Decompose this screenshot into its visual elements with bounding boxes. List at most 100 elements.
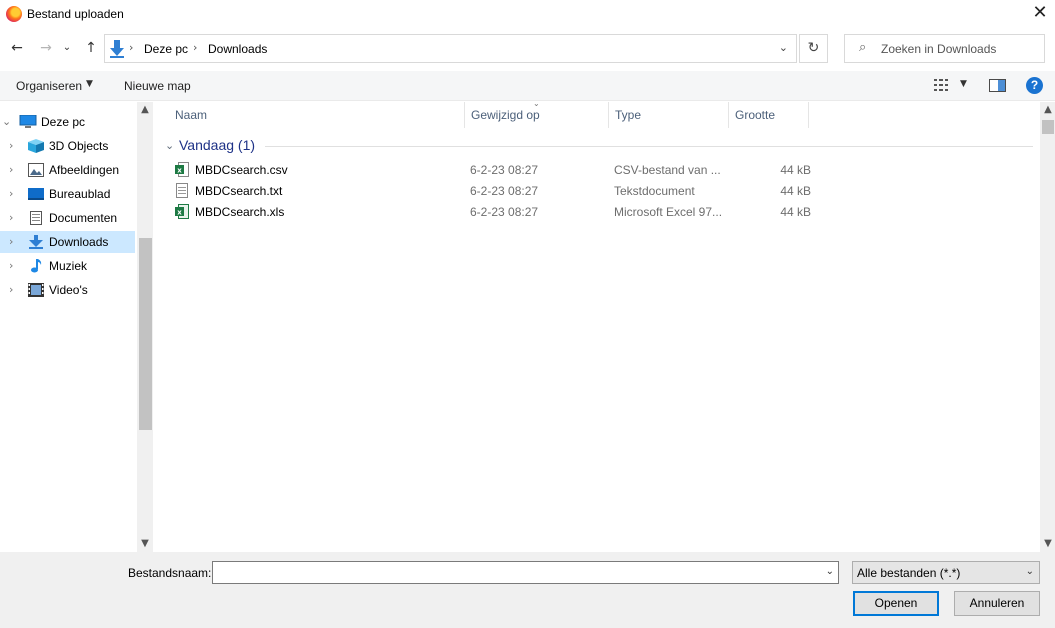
file-name: MBDCsearch.txt: [195, 184, 283, 198]
file-date: 6-2-23 08:27: [470, 205, 539, 219]
sidebar-item-afbeeldingen[interactable]: › Afbeeldingen: [0, 159, 135, 181]
pictures-icon: [28, 163, 44, 177]
file-row[interactable]: MBDCsearch.txt 6-2-23 08:27 Tekstdocumen…: [171, 180, 811, 201]
address-bar[interactable]: › Deze pc › Downloads ⌄: [104, 34, 797, 63]
breadcrumb-deze-pc[interactable]: Deze pc: [144, 42, 188, 56]
computer-icon: [19, 115, 37, 128]
view-options-icon[interactable]: [934, 79, 952, 91]
file-type-filter[interactable]: Alle bestanden (*.*) ⌄: [852, 561, 1040, 584]
help-icon[interactable]: ?: [1026, 77, 1043, 94]
documents-icon: [30, 211, 42, 225]
chevron-right-icon[interactable]: ›: [9, 259, 13, 272]
chevron-right-icon[interactable]: ›: [9, 283, 13, 296]
scrollbar-thumb[interactable]: [1042, 120, 1054, 134]
back-button[interactable]: ←: [7, 38, 27, 58]
file-name: MBDCsearch.csv: [195, 163, 288, 177]
file-type: Microsoft Excel 97...: [614, 205, 723, 219]
dialog-footer: Bestandsnaam: ⌄ Alle bestanden (*.*) ⌄ O…: [0, 552, 1055, 628]
download-icon: [29, 235, 43, 249]
file-type: CSV-bestand van ...: [614, 163, 721, 177]
file-size: 44 kB: [780, 163, 811, 177]
column-header-name[interactable]: Naam: [175, 108, 207, 122]
breadcrumb-separator: ›: [129, 41, 134, 54]
sidebar-item-label: Downloads: [49, 235, 109, 249]
svg-text:x: x: [177, 167, 182, 175]
chevron-down-icon: ▼: [86, 79, 93, 89]
column-divider[interactable]: [728, 102, 729, 128]
cube-icon: [28, 139, 44, 153]
sidebar-item-label: Deze pc: [41, 115, 86, 129]
excel-file-icon: x: [175, 204, 189, 219]
search-icon: ⌕: [859, 40, 867, 55]
refresh-button[interactable]: ↻: [799, 34, 828, 63]
new-folder-button[interactable]: Nieuwe map: [124, 79, 191, 93]
scrollbar-thumb[interactable]: [139, 238, 152, 430]
sidebar-item-3d-objects[interactable]: › 3D Objects: [0, 135, 135, 157]
file-row[interactable]: x MBDCsearch.csv 6-2-23 08:27 CSV-bestan…: [171, 159, 811, 180]
chevron-right-icon[interactable]: ›: [9, 211, 13, 224]
sidebar-item-documenten[interactable]: › Documenten: [0, 207, 135, 229]
text-file-icon: [176, 183, 188, 198]
file-list-scrollbar[interactable]: [1040, 102, 1055, 552]
scroll-down-arrow[interactable]: ▼: [137, 538, 153, 549]
sidebar-item-bureaublad[interactable]: › Bureaublad: [0, 183, 135, 205]
file-size: 44 kB: [780, 205, 811, 219]
address-dropdown-button[interactable]: ⌄: [779, 41, 788, 54]
sort-indicator-icon: ⌄: [533, 99, 540, 108]
breadcrumb-separator: ›: [193, 41, 198, 54]
sidebar-item-muziek[interactable]: › Muziek: [0, 255, 135, 277]
scroll-up-arrow[interactable]: ▲: [137, 104, 153, 115]
file-size: 44 kB: [780, 184, 811, 198]
chevron-down-icon: ⌄: [1025, 566, 1034, 577]
title-bar: Bestand uploaden ✕: [0, 0, 1055, 30]
scroll-up-arrow[interactable]: ▲: [1040, 104, 1055, 115]
organize-button[interactable]: Organiseren: [16, 79, 82, 93]
filename-input[interactable]: [216, 564, 816, 581]
sidebar-item-deze-pc[interactable]: ⌄ Deze pc: [0, 111, 135, 133]
chevron-right-icon[interactable]: ›: [9, 235, 13, 248]
search-box[interactable]: ⌕: [844, 34, 1045, 63]
group-divider: [265, 146, 1033, 147]
video-icon: [28, 283, 44, 297]
sidebar-item-label: Documenten: [49, 211, 118, 225]
file-date: 6-2-23 08:27: [470, 163, 539, 177]
column-divider[interactable]: [808, 102, 809, 128]
column-header-size[interactable]: Grootte: [735, 108, 775, 122]
download-icon: [110, 40, 124, 58]
file-type: Tekstdocument: [614, 184, 695, 198]
close-button[interactable]: ✕: [1030, 3, 1050, 23]
group-header[interactable]: Vandaag (1): [179, 137, 255, 153]
recent-locations-button[interactable]: ⌄: [60, 38, 74, 58]
sidebar-item-label: Video's: [49, 283, 88, 297]
sidebar-item-videos[interactable]: › Video's: [0, 279, 135, 301]
command-toolbar: Organiseren ▼ Nieuwe map ▼: [0, 71, 1055, 101]
file-type-filter-value: Alle bestanden (*.*): [857, 566, 961, 580]
sidebar-item-label: Afbeeldingen: [49, 163, 120, 177]
column-divider[interactable]: [608, 102, 609, 128]
file-row[interactable]: x MBDCsearch.xls 6-2-23 08:27 Microsoft …: [171, 201, 811, 222]
search-input[interactable]: [881, 39, 1041, 59]
preview-pane-icon[interactable]: [989, 79, 1006, 92]
sidebar-item-downloads[interactable]: › Downloads: [0, 231, 135, 253]
cancel-button[interactable]: Annuleren: [954, 591, 1040, 616]
column-divider[interactable]: [464, 102, 465, 128]
forward-button[interactable]: →: [36, 38, 56, 58]
chevron-down-icon[interactable]: ⌄: [165, 139, 174, 152]
breadcrumb-downloads[interactable]: Downloads: [208, 42, 267, 56]
sidebar-item-label: 3D Objects: [49, 139, 109, 153]
scroll-down-arrow[interactable]: ▼: [1040, 538, 1055, 549]
column-header-date[interactable]: Gewijzigd op: [471, 108, 540, 122]
chevron-right-icon[interactable]: ›: [9, 163, 13, 176]
music-icon: [31, 259, 42, 273]
navigation-pane: ⌄ Deze pc › 3D Objects › Afbeeldingen › …: [0, 102, 153, 552]
open-button[interactable]: Openen: [853, 591, 939, 616]
up-button[interactable]: ↑: [81, 38, 101, 58]
chevron-right-icon[interactable]: ›: [9, 187, 13, 200]
filename-combobox[interactable]: ⌄: [212, 561, 839, 584]
file-date: 6-2-23 08:27: [470, 184, 539, 198]
column-header-type[interactable]: Type: [615, 108, 641, 122]
chevron-down-icon[interactable]: ⌄: [826, 566, 834, 577]
chevron-down-icon[interactable]: ⌄: [2, 115, 11, 128]
chevron-right-icon[interactable]: ›: [9, 139, 13, 152]
chevron-down-icon[interactable]: ▼: [960, 79, 967, 89]
